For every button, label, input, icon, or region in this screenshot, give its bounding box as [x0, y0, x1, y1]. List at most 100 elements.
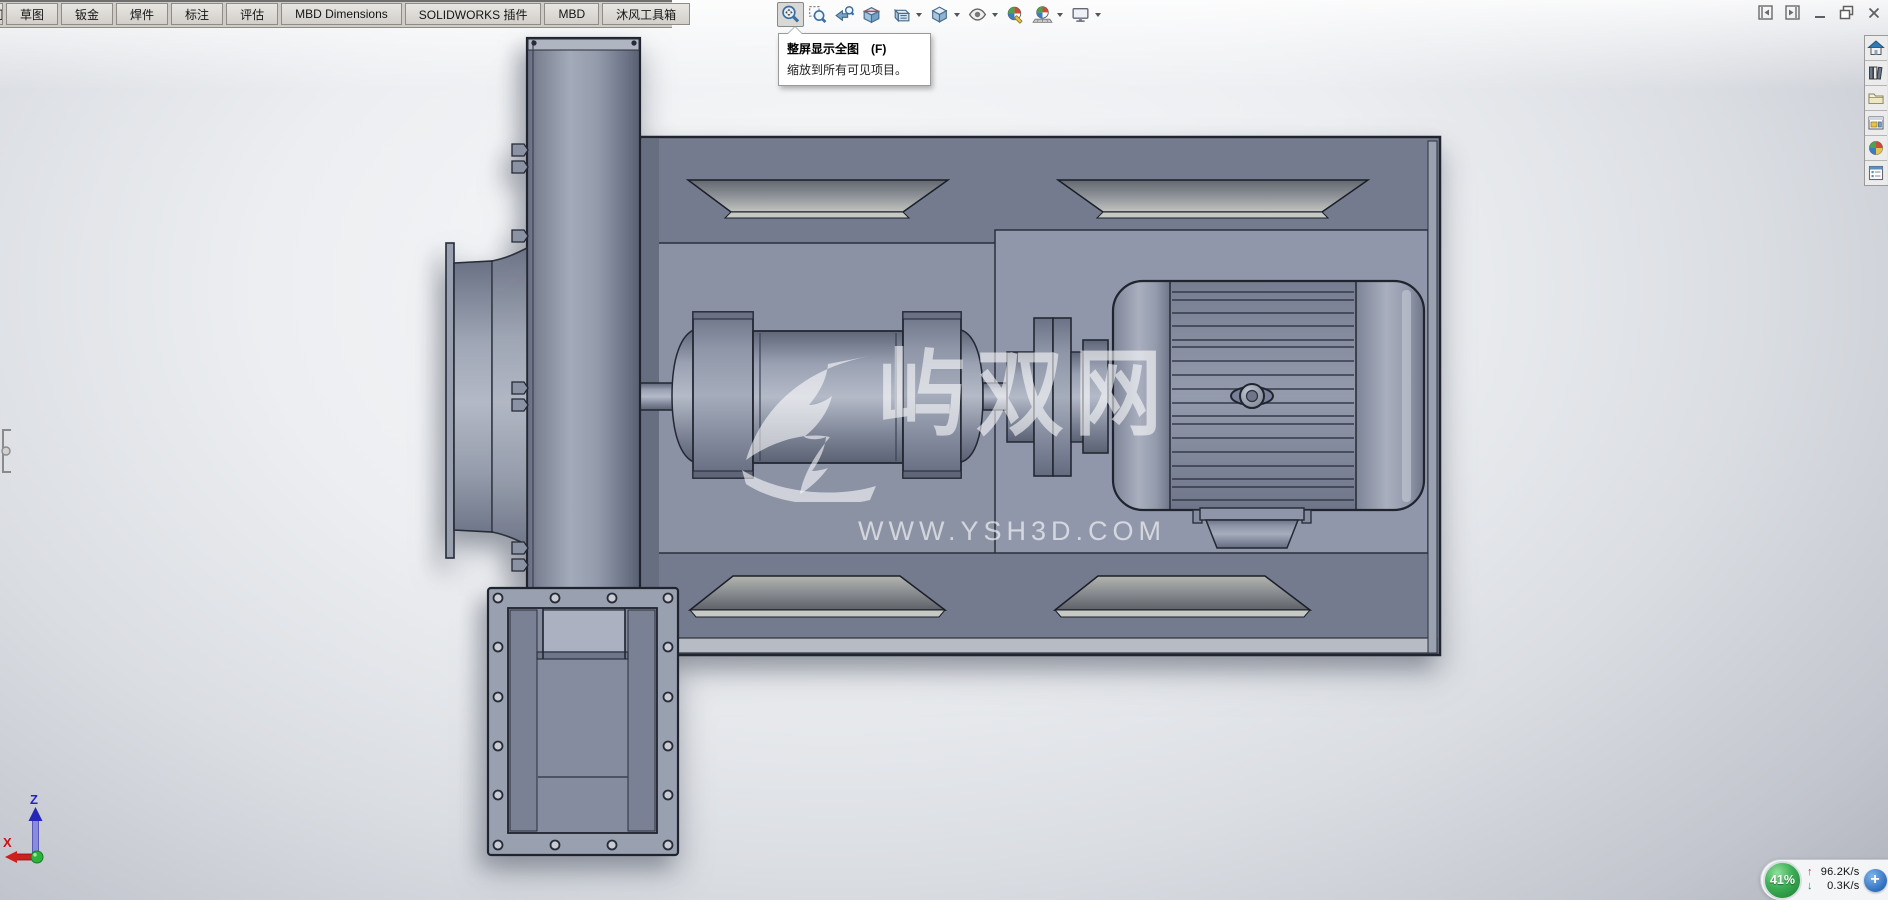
appearance-sphere-icon — [1867, 139, 1885, 157]
tab-evaluate[interactable]: 评估 — [226, 3, 278, 25]
heads-up-toolbar — [777, 2, 1105, 27]
restore-icon — [1839, 5, 1854, 20]
file-explorer-tab[interactable] — [1865, 86, 1887, 111]
tooltip-title: 整屏显示全图 (F) — [787, 40, 922, 57]
frame-bottom-face — [643, 638, 1437, 653]
feature-tree-collapsed-tab[interactable] — [0, 428, 14, 479]
view-orientation-icon — [929, 4, 950, 25]
collapse-pane-left-icon — [1758, 5, 1773, 20]
apply-scene-button[interactable] — [1029, 2, 1056, 27]
view-palette-icon — [1867, 114, 1885, 132]
plus-icon: + — [1870, 871, 1879, 889]
inlet-cone-body — [454, 261, 492, 532]
zoom-to-fit-icon — [780, 4, 801, 25]
solidworks-resources-tab[interactable] — [1865, 36, 1887, 61]
ribbon-tab-bar: 征 草图 钣金 焊件 标注 评估 MBD Dimensions SOLIDWOR… — [0, 0, 672, 28]
collapse-pane-right-button[interactable] — [1784, 4, 1801, 21]
drive-train[interactable] — [638, 312, 1108, 478]
hide-show-items-icon — [967, 4, 988, 25]
3d-drawing-view-button[interactable] — [888, 2, 915, 27]
hide-show-items-button[interactable] — [964, 2, 991, 27]
z-axis-arrow — [33, 818, 39, 854]
view-palette-tab[interactable] — [1865, 111, 1887, 136]
motor-end-left — [1113, 281, 1170, 510]
custom-properties-tab[interactable] — [1865, 161, 1887, 185]
tab-solidworks-addins[interactable]: SOLIDWORKS 插件 — [405, 3, 542, 25]
graphics-area[interactable] — [0, 0, 1888, 900]
section-view-icon — [861, 4, 882, 25]
frame-right-edge — [1428, 141, 1437, 653]
view-orientation-dropdown[interactable] — [954, 13, 960, 17]
tooltip-body: 缩放到所有可见项目。 — [787, 61, 922, 78]
collapse-pane-right-icon — [1785, 5, 1800, 20]
collapse-pane-left-button[interactable] — [1757, 4, 1774, 21]
view-settings-button[interactable] — [1067, 2, 1094, 27]
battery-indicator[interactable]: 41% — [1763, 861, 1802, 900]
home-icon — [1867, 39, 1885, 57]
electric-motor[interactable] — [1113, 281, 1424, 548]
outlet-damper-panel — [543, 610, 625, 652]
tab-annotation[interactable]: 标注 — [171, 3, 223, 25]
window-controls — [1757, 4, 1882, 21]
shaft-stub — [983, 383, 1009, 410]
vent-slot-top-right[interactable] — [1058, 180, 1368, 218]
tab-weldments[interactable]: 焊件 — [116, 3, 168, 25]
widget-add-button[interactable]: + — [1864, 869, 1887, 892]
outlet-duct[interactable] — [488, 588, 678, 855]
view-settings-dropdown[interactable] — [1095, 13, 1101, 17]
tab-mbd-dimensions[interactable]: MBD Dimensions — [281, 3, 402, 25]
close-icon — [1867, 6, 1881, 20]
vent-slot-bottom-left[interactable] — [690, 576, 945, 617]
tab-sketch[interactable]: 草图 — [6, 3, 58, 25]
reference-triad: Z X — [2, 790, 72, 873]
motor-end-right — [1356, 281, 1424, 510]
view-orientation-button[interactable] — [926, 2, 953, 27]
form-icon — [1867, 164, 1885, 182]
y-axis-origin-ball — [31, 851, 43, 863]
previous-view-icon — [834, 4, 855, 25]
tab-mufeng-toolbox[interactable]: 沐风工具箱 — [602, 3, 690, 25]
minimize-button[interactable] — [1811, 4, 1828, 21]
bearing-block-left[interactable] — [693, 312, 753, 478]
download-speed: 0.3K/s — [1816, 880, 1860, 894]
task-pane-strip — [1864, 35, 1888, 186]
tab-sheet-metal[interactable]: 钣金 — [61, 3, 113, 25]
books-icon — [1867, 64, 1885, 82]
tooltip-zoom-to-fit: 整屏显示全图 (F) 缩放到所有可见项目。 — [778, 33, 931, 86]
tab-features[interactable]: 征 — [0, 3, 3, 25]
tab-mbd[interactable]: MBD — [544, 3, 599, 25]
inlet-flange-ring — [446, 243, 454, 558]
zoom-to-area-icon — [807, 4, 828, 25]
drum-top-face — [528, 39, 639, 50]
bearing-block-right[interactable] — [903, 312, 961, 478]
appearances-scenes-tab[interactable] — [1865, 136, 1887, 161]
zoom-to-fit-button[interactable] — [777, 2, 804, 27]
download-arrow-icon: ↓ — [1807, 880, 1813, 894]
close-button[interactable] — [1865, 4, 1882, 21]
design-library-tab[interactable] — [1865, 61, 1887, 86]
3d-drawing-view-dropdown[interactable] — [916, 13, 922, 17]
zoom-to-area-button[interactable] — [804, 2, 831, 27]
minimize-icon — [1813, 6, 1827, 20]
previous-view-button[interactable] — [831, 2, 858, 27]
apply-scene-dropdown[interactable] — [1057, 13, 1063, 17]
triad-z-label: Z — [30, 792, 38, 807]
hide-show-items-dropdown[interactable] — [992, 13, 998, 17]
upload-speed: 96.2K/s — [1816, 866, 1860, 880]
edit-appearance-button[interactable] — [1002, 2, 1029, 27]
battery-percent: 41% — [1770, 873, 1795, 887]
section-view-button[interactable] — [858, 2, 885, 27]
bearing-housing-cylinder[interactable] — [753, 331, 903, 463]
inlet-cone-flare — [492, 248, 527, 545]
network-speeds: ↑ 96.2K/s ↓ 0.3K/s — [1807, 866, 1860, 894]
3d-drawing-view-icon — [891, 4, 912, 25]
apply-scene-icon — [1032, 4, 1053, 25]
vent-slot-bottom-right[interactable] — [1055, 576, 1310, 617]
pane-handle-icon — [0, 428, 14, 474]
triad-x-label: X — [3, 835, 12, 850]
restore-button[interactable] — [1838, 4, 1855, 21]
folder-icon — [1867, 89, 1885, 107]
fan-housing-drum[interactable] — [527, 38, 640, 590]
edit-appearance-icon — [1005, 4, 1026, 25]
application-window: 屿双网 WWW.YSH3D.COM 征 草图 钣金 焊件 标注 评估 MBD D… — [0, 0, 1888, 900]
